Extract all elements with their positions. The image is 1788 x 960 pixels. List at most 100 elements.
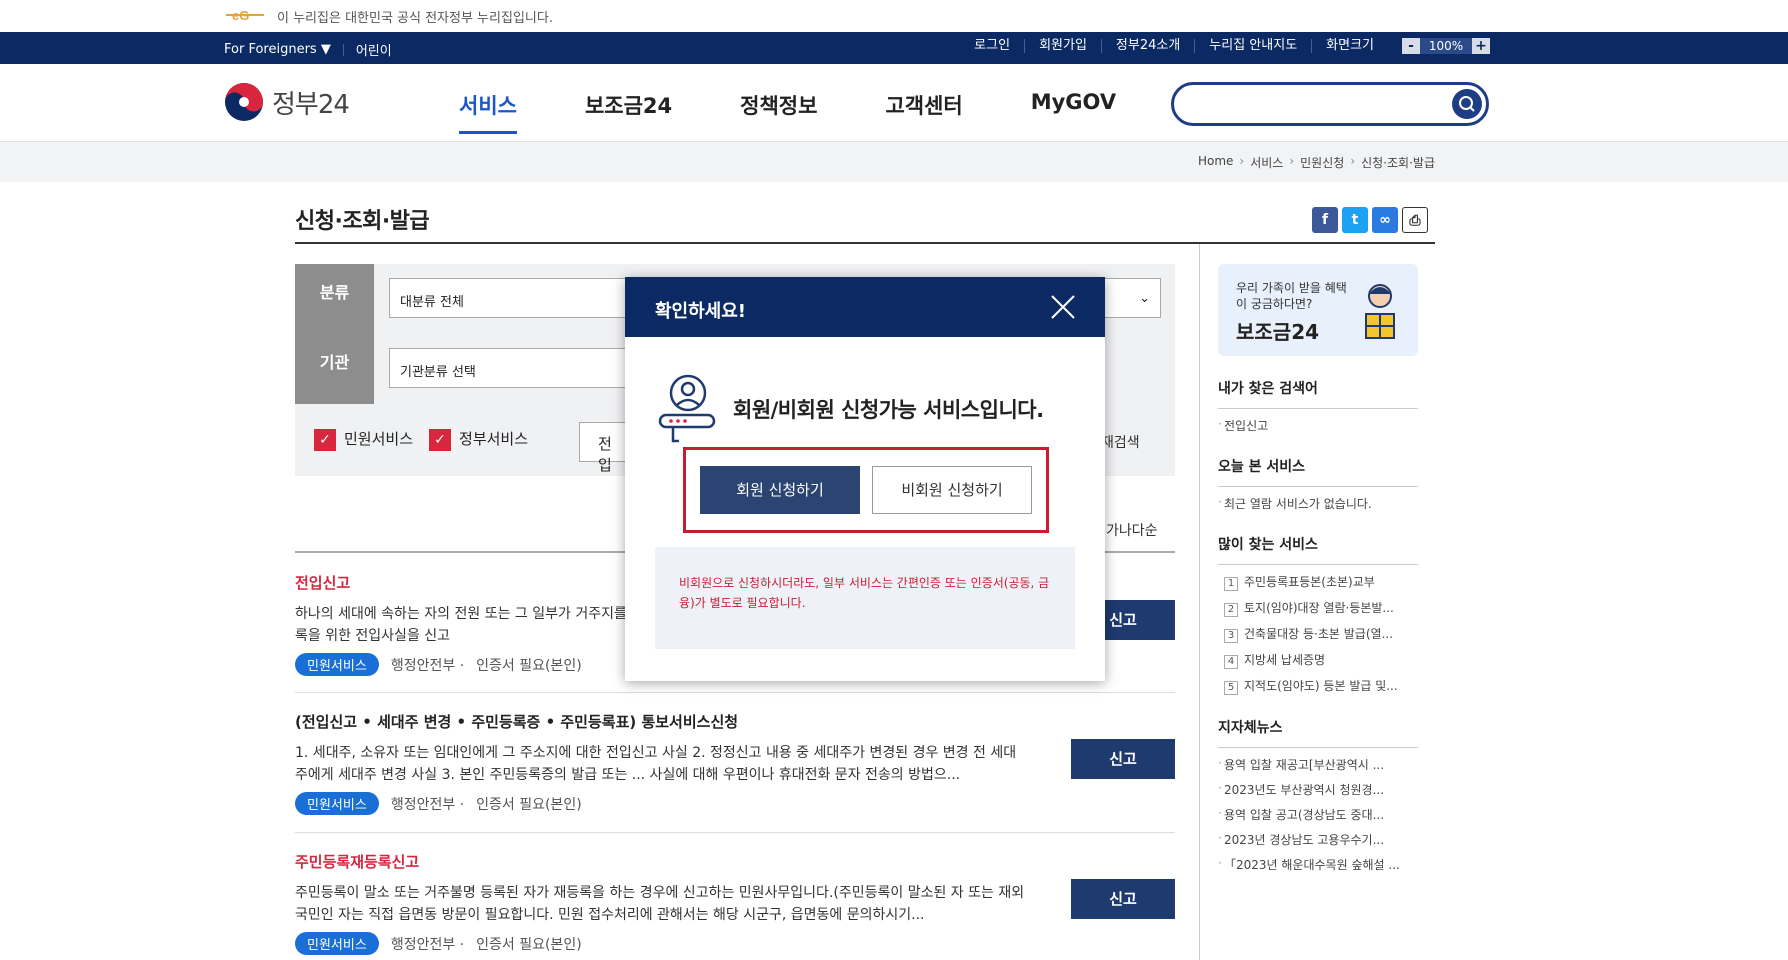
popular-item[interactable]: 2 토지(임야)대장 열람·등본발... — [1218, 599, 1418, 617]
filter-label-category: 분류 — [295, 264, 374, 334]
search-button[interactable] — [1452, 89, 1482, 119]
twitter-icon[interactable]: t — [1342, 207, 1368, 233]
menu-customer-center[interactable]: 고객센터 — [885, 90, 962, 136]
today-viewed-title: 오늘 본 서비스 — [1218, 456, 1418, 487]
checkbox-checked-icon: ✓ — [429, 428, 452, 451]
breadcrumb-civil[interactable]: 민원신청 — [1300, 154, 1344, 171]
check-gov-service[interactable]: ✓ 정부서비스 — [429, 428, 528, 451]
local-news-title: 지자체뉴스 — [1218, 717, 1418, 748]
divider — [342, 43, 344, 56]
about-link[interactable]: 정부24소개 — [1100, 39, 1194, 53]
item-badge: 민원서비스 — [295, 792, 379, 815]
search-icon — [1459, 96, 1475, 112]
local-news-section: 지자체뉴스 용역 입찰 재공고[부산광역시 ... 2023년도 부산광역시 청… — [1218, 717, 1418, 873]
site-logo[interactable]: 정부24 — [224, 82, 350, 122]
recent-search-section: 내가 찾은 검색어 전입신고 — [1218, 378, 1418, 434]
apply-button[interactable]: 신고 — [1071, 879, 1175, 919]
rank-number: 4 — [1224, 655, 1238, 669]
subsidy24-banner[interactable]: 우리 가족이 받을 혜택이 궁금하다면? 보조금24 — [1218, 264, 1418, 356]
apply-button[interactable]: 신고 — [1071, 739, 1175, 779]
modal-note: 비회원으로 신청하시더라도, 일부 서비스는 간편인증 또는 인증서(공동, 금… — [655, 547, 1075, 649]
item-meta: 민원서비스 행정안전부 · 인증서 필요(본인) — [295, 792, 1175, 815]
breadcrumb-bar: Home › 서비스 › 민원신청 › 신청·조회·발급 — [0, 142, 1788, 182]
banner-title: 보조금24 — [1236, 320, 1320, 344]
rank-number: 2 — [1224, 603, 1238, 617]
sitemap-link[interactable]: 누리집 안내지도 — [1194, 39, 1311, 53]
modal-title: 확인하세요! — [655, 301, 747, 322]
check-gov-label: 정부서비스 — [459, 430, 529, 448]
item-title[interactable]: (전입신고 • 세대주 변경 • 주민등록증 • 주민등록표) 통보서비스신청 — [295, 711, 1175, 732]
recent-search-item[interactable]: 전입신고 — [1218, 417, 1418, 434]
popular-item-label: 주민등록표등본(초본)교부 — [1244, 575, 1375, 589]
popular-item[interactable]: 1 주민등록표등본(초본)교부 — [1218, 573, 1418, 591]
item-description: 주민등록이 말소 또는 거주불명 등록된 자가 재등록을 하는 경우에 신고하는… — [295, 885, 1025, 923]
close-icon[interactable] — [1049, 293, 1077, 321]
popular-item-label: 지방세 납세증명 — [1244, 653, 1326, 667]
news-item[interactable]: 「2023년 해운대수목원 숲해설 ... — [1218, 856, 1418, 873]
popular-title: 많이 찾는 서비스 — [1218, 534, 1418, 565]
popular-item[interactable]: 5 지적도(임야도) 등본 발급 및... — [1218, 677, 1418, 695]
menu-mygov[interactable]: MyGOV — [1031, 90, 1116, 136]
breadcrumb-current[interactable]: 신청·조회·발급 — [1361, 154, 1435, 171]
zoom-control: - 100% + — [1402, 38, 1490, 54]
gov-notice-strip: eG 이 누리집은 대한민국 공식 전자정부 누리집입니다. — [0, 0, 1788, 32]
facebook-icon[interactable]: f — [1312, 207, 1338, 233]
news-item[interactable]: 용역 입찰 공고(경상남도 중대... — [1218, 806, 1418, 823]
login-link[interactable]: 로그인 — [960, 39, 1024, 53]
for-foreigners-link[interactable]: For Foreigners ▼ — [224, 42, 331, 57]
today-viewed-empty: 최근 열람 서비스가 없습니다. — [1218, 495, 1418, 512]
check-civil-service[interactable]: ✓ 민원서비스 — [314, 428, 413, 451]
print-icon[interactable]: ⎙ — [1402, 207, 1428, 233]
popular-section: 많이 찾는 서비스 1 주민등록표등본(초본)교부 2 토지(임야)대장 열람·등본… — [1218, 534, 1418, 695]
chevron-right-icon: › — [1350, 154, 1356, 168]
divider — [295, 832, 1175, 833]
gov-notice-text: 이 누리집은 대한민국 공식 전자정부 누리집입니다. — [277, 11, 553, 26]
agency-select[interactable]: 기관분류 선택 — [389, 348, 635, 388]
kids-link[interactable]: 어린이 — [356, 40, 392, 59]
category-select[interactable]: 대분류 전체 — [389, 278, 635, 318]
list-item: 주민등록재등록신고 주민등록이 말소 또는 거주불명 등록된 자가 재등록을 하… — [295, 851, 1175, 955]
check-civil-label: 민원서비스 — [344, 430, 414, 448]
item-title[interactable]: 주민등록재등록신고 — [295, 851, 1175, 872]
signup-link[interactable]: 회원가입 — [1024, 39, 1101, 53]
today-viewed-section: 오늘 본 서비스 최근 열람 서비스가 없습니다. — [1218, 456, 1418, 512]
column-divider — [1199, 244, 1200, 960]
member-apply-button[interactable]: 회원 신청하기 — [700, 466, 860, 514]
news-item[interactable]: 2023년 경상남도 고용우수기... — [1218, 831, 1418, 848]
menu-subsidy24[interactable]: 보조금24 — [585, 90, 672, 136]
news-item[interactable]: 2023년도 부산광역시 청원경... — [1218, 781, 1418, 798]
person-with-gift-icon — [1365, 284, 1395, 339]
search-box — [1171, 82, 1489, 126]
rank-number: 3 — [1224, 629, 1238, 643]
banner-caption: 우리 가족이 받을 혜택이 궁금하다면? — [1236, 281, 1347, 311]
divider — [295, 692, 1175, 693]
breadcrumb-services[interactable]: 서비스 — [1250, 154, 1283, 171]
menu-policy[interactable]: 정책정보 — [740, 90, 817, 136]
popular-item[interactable]: 4 지방세 납세증명 — [1218, 651, 1418, 669]
item-agency: 행정안전부 · — [390, 936, 465, 953]
modal-header: 확인하세요! — [625, 277, 1105, 337]
popular-item[interactable]: 3 건축물대장 등·초본 발급(열... — [1218, 625, 1418, 643]
modal-message: 회원/비회원 신청가능 서비스입니다. — [733, 398, 1044, 422]
item-agency: 행정안전부 · — [390, 657, 465, 674]
sort-alphabetical[interactable]: 가나다순 — [1106, 520, 1158, 540]
popular-item-label: 건축물대장 등·초본 발급(열... — [1244, 627, 1394, 641]
news-item[interactable]: 용역 입찰 재공고[부산광역시 ... — [1218, 756, 1418, 773]
research-checkbox-label[interactable]: 재검색 — [1101, 432, 1140, 452]
item-description: 1. 세대주, 소유자 또는 임대인에게 그 주소지에 대한 전입신고 사실 2… — [295, 745, 1017, 783]
guest-apply-button[interactable]: 비회원 신청하기 — [872, 466, 1032, 514]
utility-bar: For Foreigners ▼ 어린이 로그인 회원가입 정부24소개 누리집… — [0, 32, 1788, 64]
item-badge: 민원서비스 — [295, 932, 379, 955]
zoom-out-button[interactable]: - — [1402, 38, 1420, 54]
item-cert: 인증서 필요(본인) — [476, 936, 582, 953]
breadcrumb-home[interactable]: Home — [1198, 154, 1233, 171]
main-menu: 서비스 보조금24 정책정보 고객센터 MyGOV — [459, 90, 1184, 136]
zoom-value: 100% — [1420, 38, 1472, 54]
menu-services[interactable]: 서비스 — [459, 90, 517, 136]
zoom-in-button[interactable]: + — [1472, 38, 1490, 54]
link-icon[interactable]: ∞ — [1372, 207, 1398, 233]
modal-message-row: 회원/비회원 신청가능 서비스입니다. — [657, 373, 1044, 445]
site-name: 정부24 — [272, 89, 350, 120]
rank-number: 1 — [1224, 577, 1238, 591]
search-input[interactable] — [1188, 93, 1438, 115]
